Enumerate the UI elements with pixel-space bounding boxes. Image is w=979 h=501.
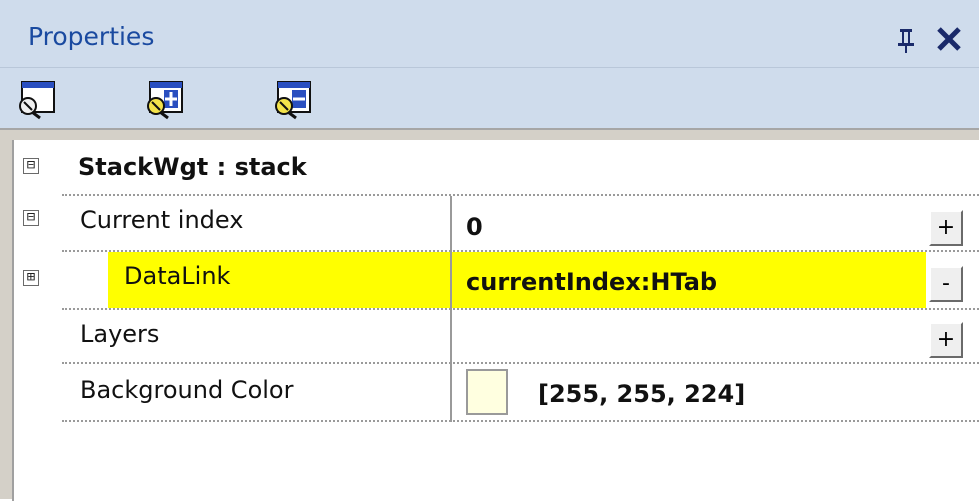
property-grid-body: ⊟ StackWgt : stack ⊟ Current index 0 + ⊞… <box>12 140 979 501</box>
property-label: Background Color <box>80 376 294 404</box>
collapse-icon[interactable]: ⊟ <box>23 210 39 226</box>
pin-icon[interactable] <box>893 26 919 54</box>
collapse-minus-icon <box>275 81 311 120</box>
expand-icon[interactable]: ⊞ <box>23 270 39 286</box>
property-label: DataLink <box>124 262 231 290</box>
property-row-background-color[interactable]: Background Color [255, 255, 224] <box>14 364 979 422</box>
property-row-current-index[interactable]: ⊟ Current index 0 + <box>14 196 979 252</box>
expand-plus-icon <box>147 81 183 120</box>
properties-icon <box>19 81 55 120</box>
property-value[interactable]: currentIndex:HTab <box>466 267 717 297</box>
add-button[interactable]: + <box>929 210 963 246</box>
category-row[interactable]: ⊟ StackWgt : stack <box>14 140 979 196</box>
property-grid: ⊟ StackWgt : stack ⊟ Current index 0 + ⊞… <box>0 128 979 501</box>
panel-title-bar: Properties <box>0 0 979 68</box>
close-icon[interactable] <box>934 24 964 54</box>
color-swatch[interactable] <box>466 369 508 415</box>
properties-view-button[interactable] <box>14 78 58 120</box>
expand-all-button[interactable] <box>142 78 186 120</box>
category-title: StackWgt : stack <box>78 153 307 181</box>
add-button[interactable]: + <box>929 322 963 358</box>
remove-button[interactable]: - <box>929 266 963 302</box>
properties-toolbar <box>0 68 979 128</box>
collapse-all-button[interactable] <box>270 78 314 120</box>
property-label: Current index <box>80 206 244 234</box>
row-divider <box>62 420 979 422</box>
property-value[interactable]: [255, 255, 224] <box>538 379 745 409</box>
property-row-layers[interactable]: Layers + <box>14 310 979 364</box>
property-value[interactable]: 0 <box>466 212 483 242</box>
properties-panel: Properties ⊟ StackWgt: stack ⊟ Current … <box>0 0 979 501</box>
column-separator[interactable] <box>450 196 452 422</box>
collapse-icon[interactable]: ⊟ <box>23 158 39 174</box>
property-label: Layers <box>80 320 160 348</box>
panel-title: Properties <box>28 22 155 51</box>
property-row-datalink[interactable]: ⊞ DataLink currentIndex:HTab - <box>14 252 979 310</box>
